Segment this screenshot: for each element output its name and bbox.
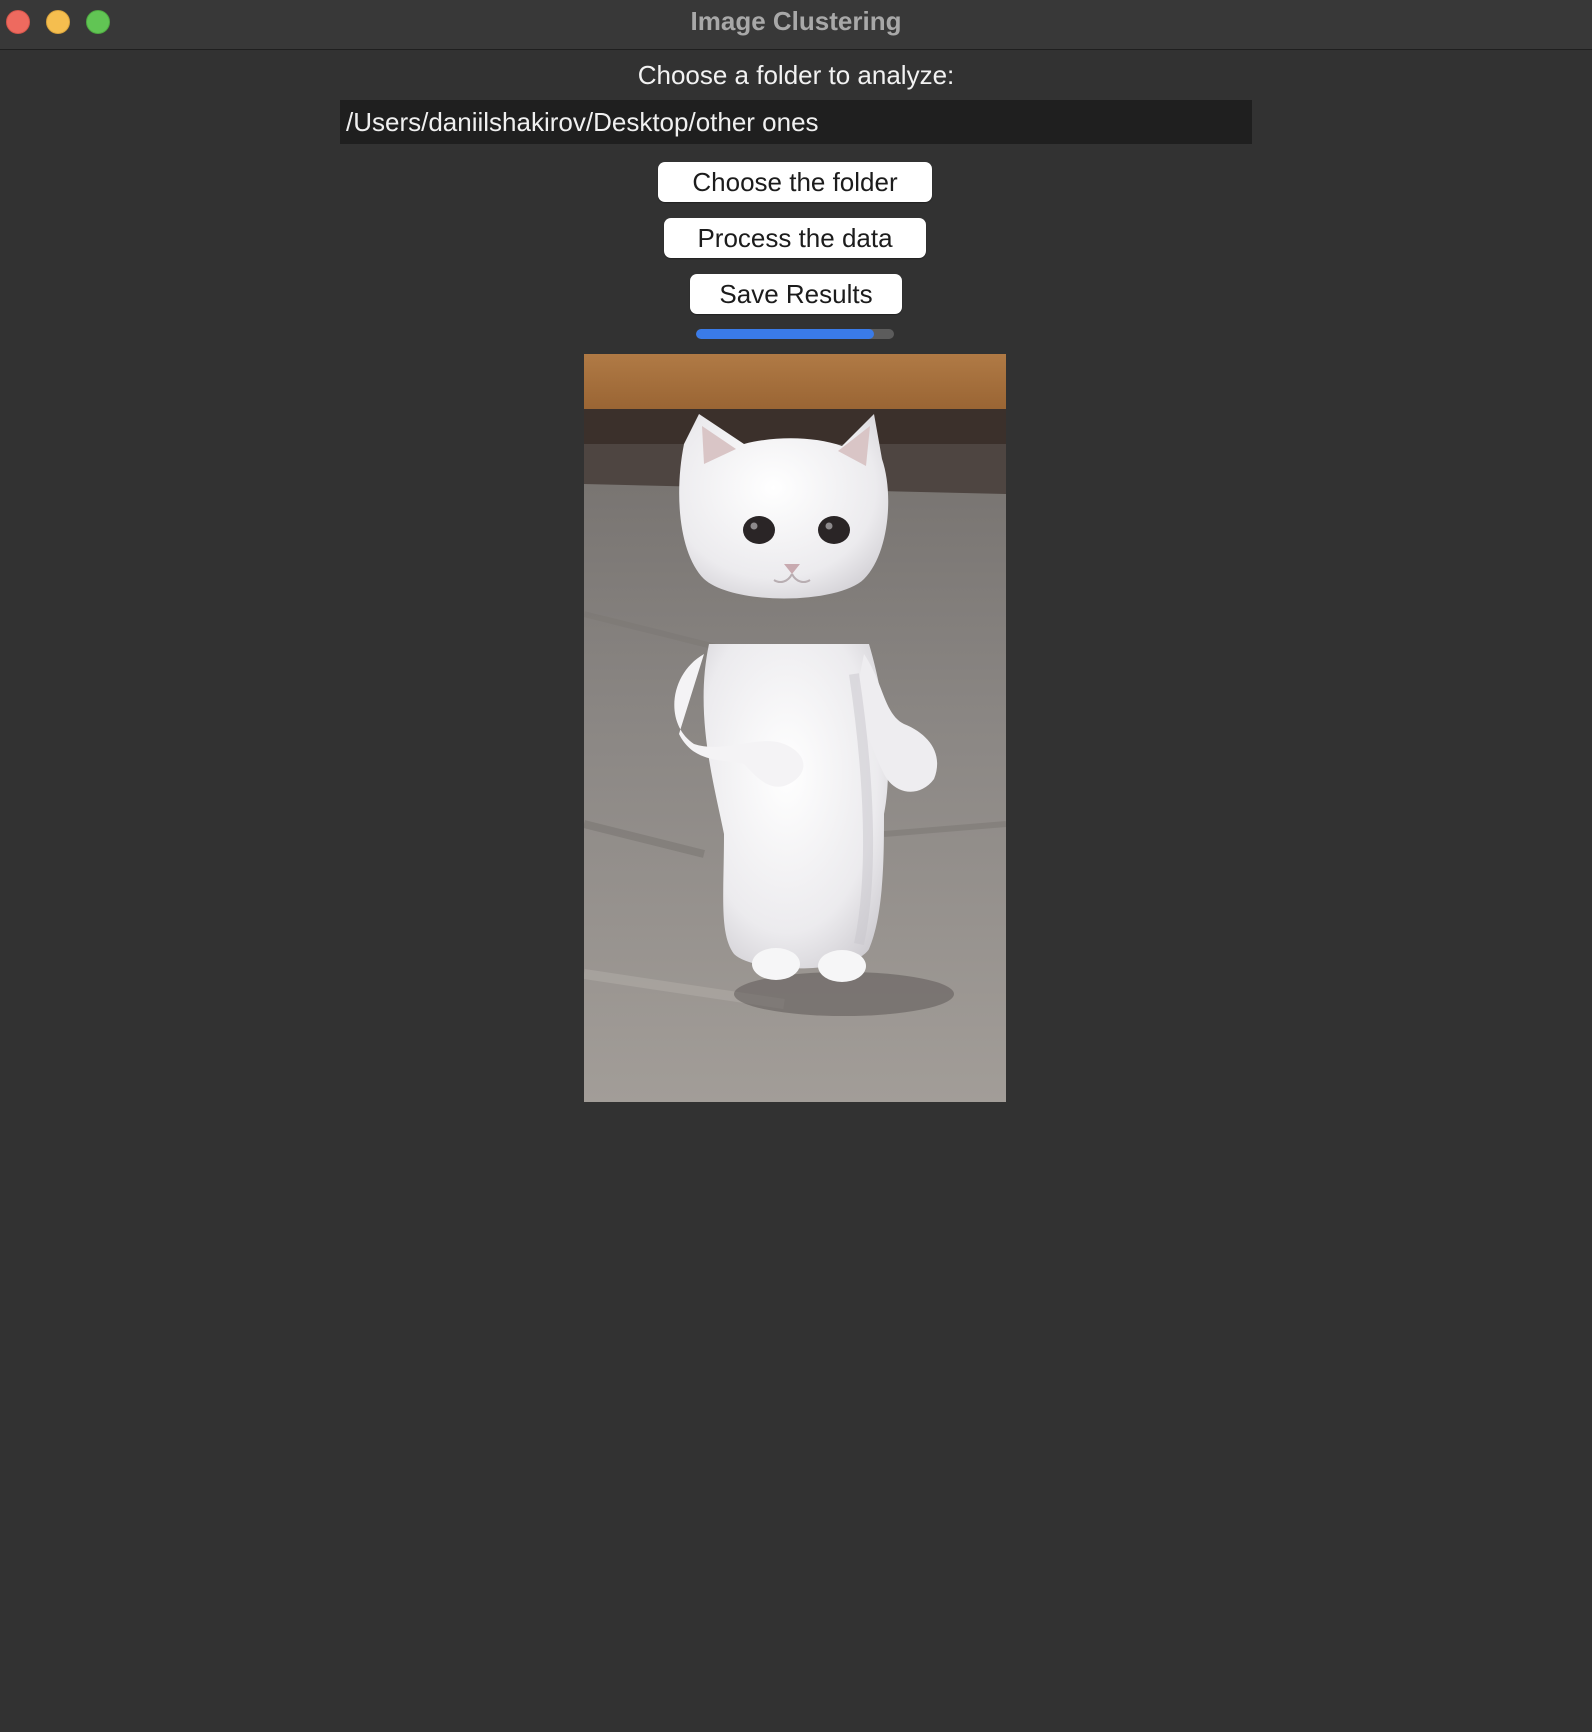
folder-path-field[interactable]: /Users/daniilshakirov/Desktop/other ones [340,100,1252,144]
title-bar[interactable]: Image Clustering [0,0,1592,50]
choose-folder-button[interactable]: Choose the folder [658,162,932,202]
window-title: Image Clustering [690,6,902,36]
image-preview [584,354,1006,1102]
progress-bar [696,329,894,339]
process-data-button[interactable]: Process the data [664,218,926,258]
app-window: Image Clustering Choose a folder to anal… [0,0,1592,1732]
cat-photo-image [584,354,1006,1102]
folder-prompt-label: Choose a folder to analyze: [637,60,955,90]
progress-bar-fill [696,329,875,339]
save-results-button[interactable]: Save Results [690,274,902,314]
